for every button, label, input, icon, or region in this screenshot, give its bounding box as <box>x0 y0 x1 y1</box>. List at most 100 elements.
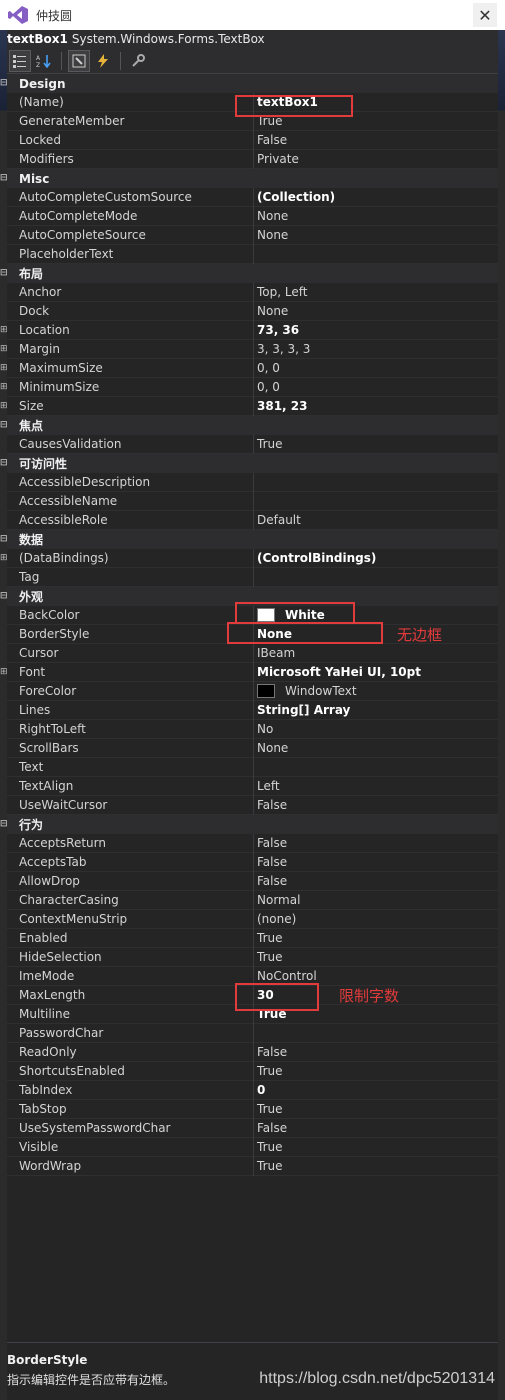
property-value[interactable]: None <box>254 304 288 318</box>
collapse-icon[interactable]: ⊟ <box>0 79 9 88</box>
property-value[interactable]: (none) <box>254 912 296 926</box>
property-row[interactable]: Modifiers Private <box>7 149 498 169</box>
property-row[interactable]: PasswordChar <box>7 1023 498 1043</box>
property-row[interactable]: ReadOnly False <box>7 1042 498 1062</box>
property-value[interactable]: False <box>254 133 287 147</box>
column-divider[interactable] <box>253 1023 254 1043</box>
property-row[interactable]: UseSystemPasswordChar False <box>7 1118 498 1138</box>
property-row[interactable]: AutoCompleteSource None <box>7 225 498 245</box>
property-row[interactable]: Dock None <box>7 301 498 321</box>
property-row[interactable]: AccessibleName <box>7 491 498 511</box>
events-button[interactable] <box>92 50 114 72</box>
property-value[interactable]: Left <box>254 779 280 793</box>
property-value[interactable]: NoControl <box>254 969 317 983</box>
property-row[interactable]: AcceptsReturn False <box>7 833 498 853</box>
expand-icon[interactable]: ⊞ <box>0 344 9 354</box>
property-row[interactable]: GenerateMember True <box>7 111 498 131</box>
property-value[interactable]: None <box>254 741 288 755</box>
expand-icon[interactable]: ⊞ <box>0 363 9 373</box>
property-value[interactable]: (Collection) <box>254 190 335 204</box>
property-value[interactable]: None <box>254 209 288 223</box>
property-value[interactable]: String[] Array <box>254 703 350 717</box>
property-row[interactable]: AutoCompleteMode None <box>7 206 498 226</box>
property-row[interactable]: ⊞ MaximumSize 0, 0 <box>0 358 498 378</box>
property-row[interactable]: ⊞ Font Microsoft YaHei UI, 10pt <box>0 662 498 682</box>
property-value[interactable]: 0, 0 <box>254 380 280 394</box>
expand-icon[interactable]: ⊞ <box>0 325 9 335</box>
property-value[interactable]: No <box>254 722 273 736</box>
property-row[interactable]: (Name) textBox1 <box>7 92 498 112</box>
column-divider[interactable] <box>253 491 254 511</box>
property-value[interactable]: False <box>254 1045 287 1059</box>
property-row[interactable]: HideSelection True <box>7 947 498 967</box>
property-row[interactable]: UseWaitCursor False <box>7 795 498 815</box>
property-row[interactable]: ContextMenuStrip (none) <box>7 909 498 929</box>
property-value[interactable]: True <box>254 1159 283 1173</box>
column-divider[interactable] <box>253 567 254 587</box>
property-row[interactable]: TabStop True <box>7 1099 498 1119</box>
property-row[interactable]: CharacterCasing Normal <box>7 890 498 910</box>
property-row[interactable]: Anchor Top, Left <box>7 282 498 302</box>
property-value[interactable]: Default <box>254 513 301 527</box>
category-header[interactable]: ⊟ 外观 <box>0 587 498 606</box>
category-header[interactable]: ⊟ 行为 <box>0 815 498 834</box>
collapse-icon[interactable]: ⊟ <box>0 174 9 183</box>
property-value[interactable]: textBox1 <box>254 95 318 109</box>
property-row[interactable]: ScrollBars None <box>7 738 498 758</box>
property-value[interactable]: Microsoft YaHei UI, 10pt <box>254 665 421 679</box>
expand-icon[interactable]: ⊞ <box>0 667 9 677</box>
property-row[interactable]: Multiline True <box>7 1004 498 1024</box>
collapse-icon[interactable]: ⊟ <box>0 592 9 601</box>
property-pages-button[interactable] <box>127 50 149 72</box>
property-row[interactable]: MaxLength 30 <box>7 985 498 1005</box>
property-row[interactable]: AccessibleRole Default <box>7 510 498 530</box>
property-row[interactable]: ForeColor WindowText <box>7 681 498 701</box>
property-row[interactable]: AccessibleDescription <box>7 472 498 492</box>
category-header[interactable]: ⊟ 焦点 <box>0 416 498 435</box>
property-row[interactable]: Text <box>7 757 498 777</box>
property-value[interactable]: 0, 0 <box>254 361 280 375</box>
property-value[interactable]: 381, 23 <box>254 399 307 413</box>
expand-icon[interactable]: ⊞ <box>0 382 9 392</box>
collapse-icon[interactable]: ⊟ <box>0 459 9 468</box>
property-value[interactable]: True <box>254 931 283 945</box>
column-divider[interactable] <box>253 244 254 264</box>
property-value[interactable]: False <box>254 874 287 888</box>
property-value[interactable]: WindowText <box>254 684 357 698</box>
collapse-icon[interactable]: ⊟ <box>0 535 9 544</box>
property-row[interactable]: ShortcutsEnabled True <box>7 1061 498 1081</box>
expand-icon[interactable]: ⊞ <box>0 401 9 411</box>
category-header[interactable]: ⊟ 布局 <box>0 264 498 283</box>
property-value[interactable]: False <box>254 855 287 869</box>
property-row[interactable]: AllowDrop False <box>7 871 498 891</box>
property-value[interactable]: 30 <box>254 988 274 1002</box>
property-row[interactable]: ⊞ Location 73, 36 <box>0 320 498 340</box>
close-button[interactable]: ✕ <box>473 3 497 27</box>
property-row[interactable]: AcceptsTab False <box>7 852 498 872</box>
category-header[interactable]: ⊟ Design <box>0 74 498 93</box>
property-row[interactable]: PlaceholderText <box>7 244 498 264</box>
property-value[interactable]: 73, 36 <box>254 323 299 337</box>
property-value[interactable]: None <box>254 228 288 242</box>
collapse-icon[interactable]: ⊟ <box>0 421 9 430</box>
property-row[interactable]: Cursor IBeam <box>7 643 498 663</box>
property-row[interactable]: ⊞ MinimumSize 0, 0 <box>0 377 498 397</box>
property-value[interactable]: False <box>254 836 287 850</box>
property-value[interactable]: Top, Left <box>254 285 307 299</box>
property-value[interactable]: False <box>254 798 287 812</box>
property-value[interactable]: True <box>254 1007 286 1021</box>
collapse-icon[interactable]: ⊟ <box>0 269 9 278</box>
property-value[interactable]: 3, 3, 3, 3 <box>254 342 310 356</box>
property-row[interactable]: WordWrap True <box>7 1156 498 1176</box>
property-value[interactable]: (ControlBindings) <box>254 551 376 565</box>
property-value[interactable]: True <box>254 1102 283 1116</box>
property-row[interactable]: ⊞ (DataBindings) (ControlBindings) <box>0 548 498 568</box>
property-value[interactable]: Normal <box>254 893 300 907</box>
categorized-button[interactable] <box>9 49 31 72</box>
property-value[interactable]: IBeam <box>254 646 295 660</box>
property-value[interactable]: True <box>254 437 283 451</box>
property-row[interactable]: Enabled True <box>7 928 498 948</box>
property-row[interactable]: TextAlign Left <box>7 776 498 796</box>
properties-button[interactable] <box>68 49 90 72</box>
property-value[interactable]: True <box>254 1064 283 1078</box>
